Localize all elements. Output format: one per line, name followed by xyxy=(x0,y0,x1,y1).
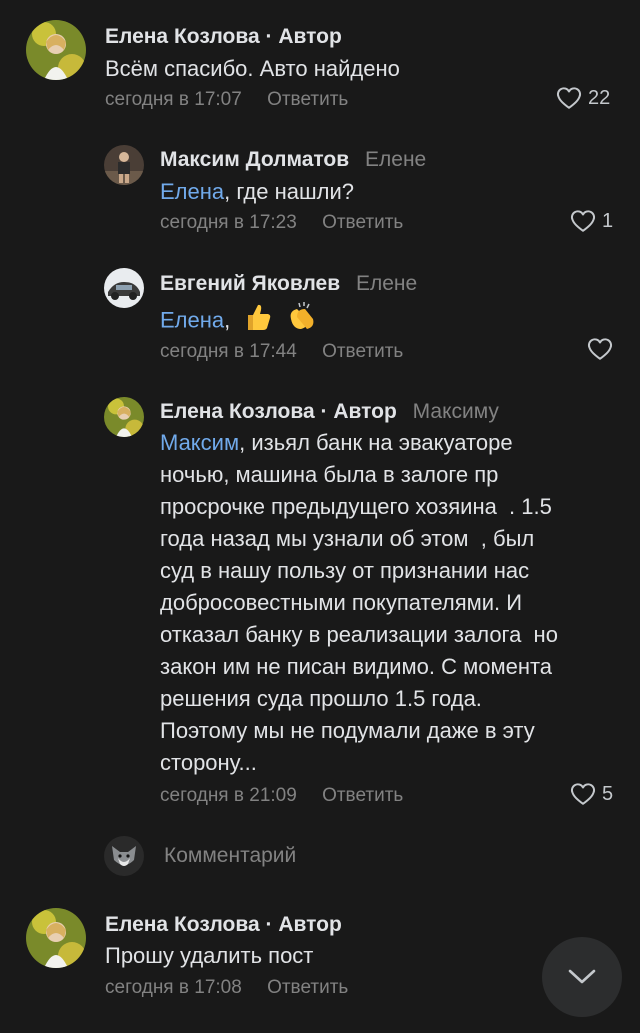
thumbs-up-emoji xyxy=(242,301,274,342)
avatar[interactable] xyxy=(104,268,144,308)
heart-icon xyxy=(571,783,595,805)
timestamp: сегодня в 17:23 xyxy=(160,212,297,233)
reply-to[interactable]: Елене xyxy=(365,148,426,171)
author-name[interactable]: Елена Козлова xyxy=(105,913,260,936)
comment-text-line: ночью, машина была в залоге пр xyxy=(160,462,499,487)
avatar[interactable] xyxy=(26,20,86,80)
reply-button[interactable]: Ответить xyxy=(322,212,403,233)
avatar[interactable] xyxy=(104,397,144,437)
heart-icon xyxy=(571,210,595,232)
avatar xyxy=(104,836,144,876)
comment-body: Максим, изьял банк на эвакуаторе ночью, … xyxy=(160,427,620,779)
comment-text: Всём спасибо. Авто найдено xyxy=(105,56,400,81)
author-name[interactable]: Елена Козлова xyxy=(160,400,315,423)
like-button[interactable] xyxy=(587,337,613,361)
reply-to[interactable]: Максиму xyxy=(413,400,499,423)
comment-text-line: Поэтому мы не подумали даже в эту xyxy=(160,718,535,743)
comment-text-line: , изьял банк на эвакуаторе xyxy=(239,430,513,455)
clapping-hands-emoji xyxy=(285,301,319,342)
like-button[interactable]: 1 xyxy=(570,209,613,233)
comment-text-line: отказал банку в реализации залога но xyxy=(160,622,558,647)
author-role: · Автор xyxy=(265,913,342,936)
heart-icon xyxy=(588,338,612,360)
comment-text: , xyxy=(224,307,231,333)
avatar[interactable] xyxy=(26,908,86,968)
author-role: · Автор xyxy=(265,25,342,48)
timestamp: сегодня в 17:08 xyxy=(105,977,242,998)
scroll-down-button[interactable] xyxy=(542,937,622,1017)
reply-button[interactable]: Ответить xyxy=(267,977,348,998)
reply-button[interactable]: Ответить xyxy=(322,341,403,362)
reply-button[interactable]: Ответить xyxy=(267,89,348,110)
author-name[interactable]: Елена Козлова xyxy=(105,25,260,48)
mention-link[interactable]: Максим xyxy=(160,430,239,455)
heart-icon xyxy=(557,87,581,109)
comment-text-line: просрочке предыдущего хозяина . 1.5 xyxy=(160,494,552,519)
comment-text-line: суд в нашу пользу от признании нас xyxy=(160,558,530,583)
comment-text-line: решения суда прошло 1.5 года. xyxy=(160,686,482,711)
like-count: 5 xyxy=(602,782,614,805)
mention-link[interactable]: Елена xyxy=(160,179,224,204)
author-name[interactable]: Максим Долматов xyxy=(160,148,349,171)
comment-text-line: года назад мы узнали об этом , был xyxy=(160,526,535,551)
timestamp: сегодня в 17:07 xyxy=(105,89,242,110)
comment-text-line: добросовестными покупателями. И xyxy=(160,590,523,615)
like-button[interactable]: 5 xyxy=(570,782,613,806)
reply-button[interactable]: Ответить xyxy=(322,785,403,806)
mention-link[interactable]: Елена xyxy=(160,307,224,332)
comment-text: , где нашли? xyxy=(224,179,354,204)
timestamp: сегодня в 17:44 xyxy=(160,341,297,362)
comment-text: Прошу удалить пост xyxy=(105,943,314,968)
comment-composer[interactable]: Комментарий xyxy=(104,836,524,878)
comment-input-placeholder[interactable]: Комментарий xyxy=(164,844,296,868)
reply-to[interactable]: Елене xyxy=(356,272,417,295)
author-name[interactable]: Евгений Яковлев xyxy=(160,272,340,295)
like-count: 22 xyxy=(588,86,611,109)
comment-text-line: закон им не писан видимо. С момента xyxy=(160,654,553,679)
timestamp: сегодня в 21:09 xyxy=(160,785,297,806)
chevron-down-icon xyxy=(568,969,596,984)
author-role: · Автор xyxy=(320,400,397,423)
like-button[interactable]: 22 xyxy=(556,86,610,110)
avatar[interactable] xyxy=(104,145,144,185)
comment-text-line: сторону... xyxy=(160,750,257,775)
like-count: 1 xyxy=(602,209,614,232)
